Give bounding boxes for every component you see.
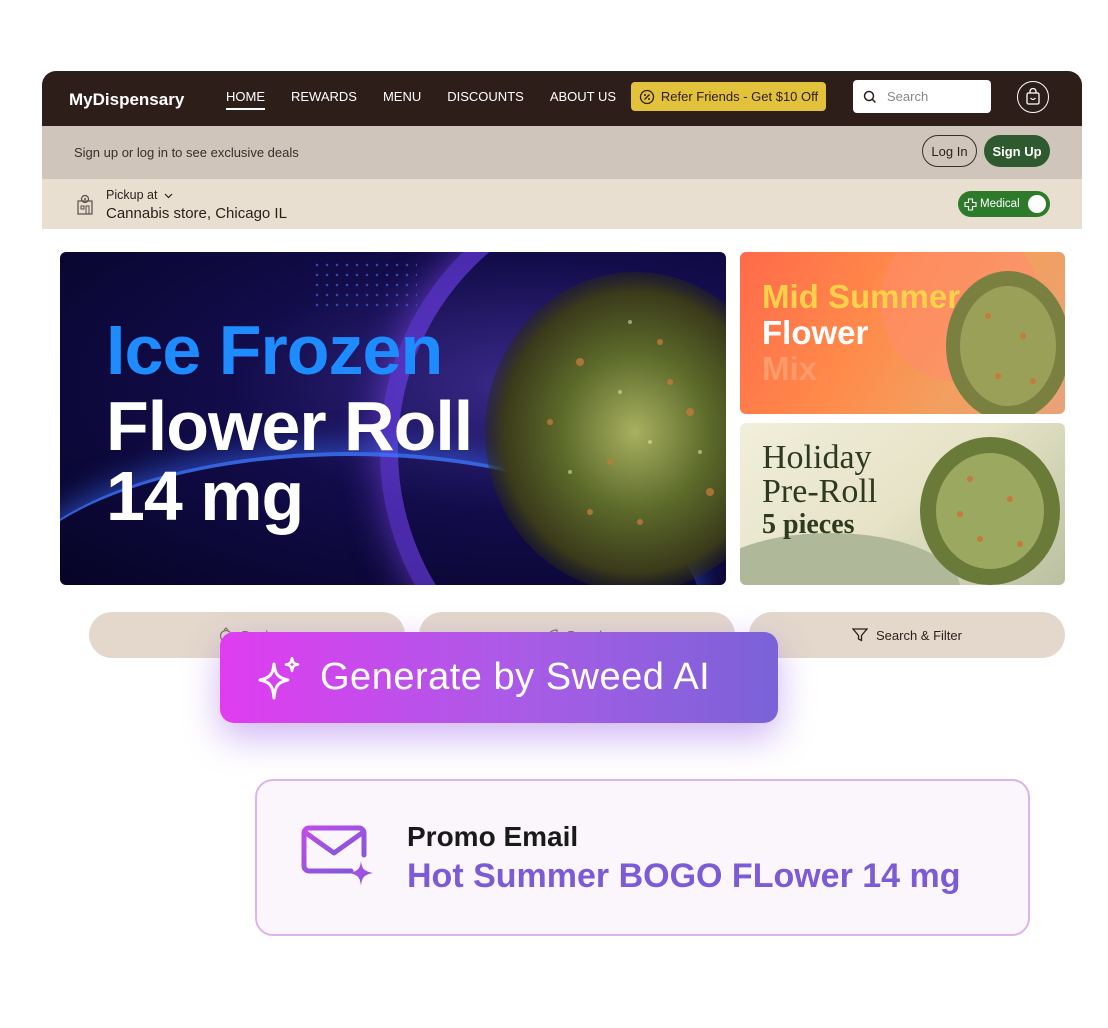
sparkle-icon: [258, 656, 300, 700]
banner-b-line3: 5 pieces: [762, 509, 855, 540]
nav-link-rewards[interactable]: REWARDS: [291, 89, 357, 110]
search-box[interactable]: [853, 80, 991, 113]
nav-link-menu[interactable]: MENU: [383, 89, 421, 110]
search-input[interactable]: [885, 88, 979, 105]
pickup-label: Pickup at: [106, 188, 158, 202]
pickup-bar: Pickup at Cannabis store, Chicago IL Med…: [42, 179, 1082, 229]
toggle-knob: [1028, 195, 1046, 213]
login-button[interactable]: Log In: [922, 135, 977, 167]
promo-email-card[interactable]: Promo Email Hot Summer BOGO FLower 14 mg: [255, 779, 1030, 936]
filter-icon: [852, 628, 868, 642]
banner-b-line1: Holiday: [762, 439, 872, 476]
mail-sparkle-icon: [301, 825, 373, 886]
cannabis-bud-image: [920, 437, 1060, 585]
banner-ice-frozen[interactable]: Ice Frozen Flower Roll 14 mg: [60, 252, 726, 585]
banner-main-line3: 14 mg: [106, 457, 304, 535]
ai-button-label: Generate by Sweed AI: [320, 656, 711, 698]
shopping-bag-icon: [1026, 88, 1040, 105]
nav-link-about-us[interactable]: ABOUT US: [550, 89, 616, 110]
signup-prompt: Sign up or log in to see exclusive deals: [74, 145, 299, 160]
signup-button[interactable]: Sign Up: [984, 135, 1050, 167]
brand-logo[interactable]: MyDispensary: [69, 90, 184, 110]
medical-toggle[interactable]: Medical: [958, 191, 1050, 217]
nav-link-home[interactable]: HOME: [226, 89, 265, 110]
generate-ai-button[interactable]: Generate by Sweed AI: [220, 632, 778, 723]
signup-bar: Sign up or log in to see exclusive deals…: [42, 126, 1082, 179]
banner-mid-summer[interactable]: Mid Summer Flower Mix: [740, 252, 1065, 414]
banner-a-line1: Mid Summer: [762, 278, 961, 315]
banner-a-line3: Mix: [762, 350, 818, 387]
promo-subject: Hot Summer BOGO FLower 14 mg: [407, 857, 961, 895]
promo-title: Promo Email: [407, 821, 579, 852]
banner-b-line2: Pre-Roll: [762, 473, 878, 510]
cannabis-bud-image: [485, 272, 726, 585]
dispensary-site: MyDispensary HOME REWARDS MENU DISCOUNTS…: [42, 71, 1082, 229]
top-nav: MyDispensary HOME REWARDS MENU DISCOUNTS…: [42, 71, 1082, 126]
chevron-down-icon: [164, 193, 173, 199]
banner-a-line2: Flower: [762, 314, 869, 351]
dot-pattern: [312, 260, 417, 312]
banner-main-line1: Ice Frozen: [106, 311, 443, 389]
search-icon: [863, 90, 877, 103]
search-filter-label: Search & Filter: [876, 627, 962, 643]
pickup-selector[interactable]: Pickup at: [106, 188, 173, 202]
store-location-icon: [77, 194, 93, 215]
nav-link-discounts[interactable]: DISCOUNTS: [447, 89, 524, 110]
banner-main-line2: Flower Roll: [106, 387, 473, 465]
cart-button[interactable]: [1017, 81, 1049, 113]
refer-label: Refer Friends - Get $10 Off: [660, 89, 819, 104]
search-filter-pill[interactable]: Search & Filter: [749, 612, 1065, 658]
medical-label: Medical: [980, 198, 1020, 210]
nav-links: HOME REWARDS MENU DISCOUNTS ABOUT US: [226, 89, 642, 110]
banner-holiday-preroll[interactable]: Holiday Pre-Roll 5 pieces: [740, 423, 1065, 585]
refer-friends-button[interactable]: Refer Friends - Get $10 Off: [631, 82, 826, 111]
medical-cross-icon: [964, 197, 977, 211]
pickup-store-name[interactable]: Cannabis store, Chicago IL: [106, 205, 287, 222]
discount-badge-icon: [639, 89, 655, 104]
